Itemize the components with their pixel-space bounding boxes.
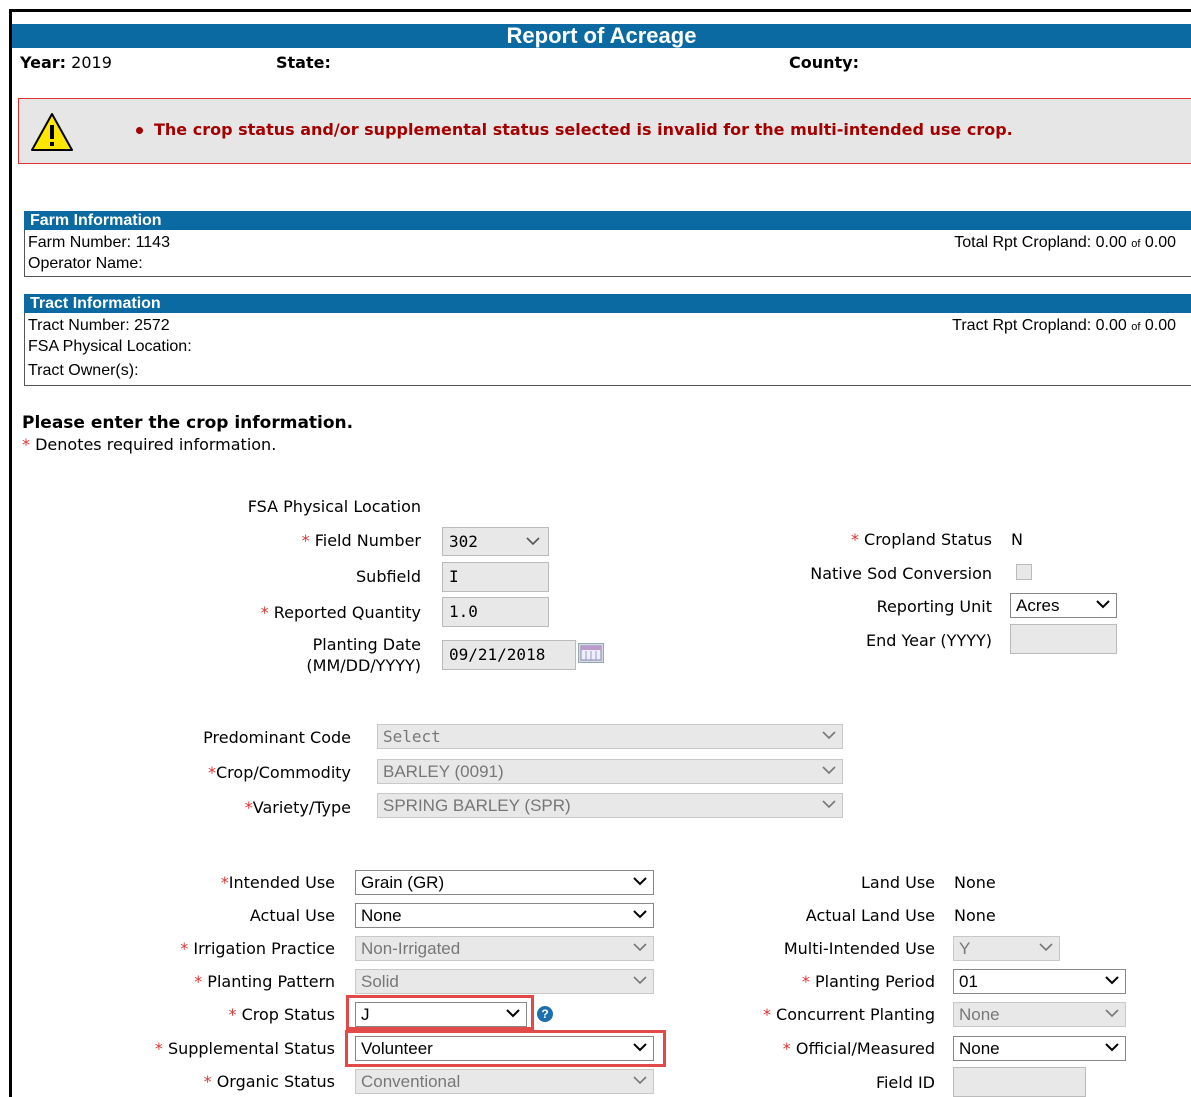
supplemental-status-label: * Supplemental Status xyxy=(154,1039,335,1058)
field-number-select[interactable]: 302 xyxy=(442,527,549,556)
chevron-down-icon xyxy=(506,1009,520,1018)
tract-physical-location: FSA Physical Location: xyxy=(28,338,192,355)
official-measured-label: * Official/Measured xyxy=(782,1039,935,1058)
subfield-input[interactable]: I xyxy=(442,562,549,592)
chevron-down-icon xyxy=(633,910,647,919)
chevron-down-icon xyxy=(822,800,836,809)
actual-use-select[interactable]: None xyxy=(355,903,654,928)
calendar-icon[interactable] xyxy=(578,643,604,663)
predominant-code-label: Predominant Code xyxy=(203,728,351,747)
page-title: Report of Acreage xyxy=(12,24,1191,48)
actual-land-use-value: None xyxy=(954,906,996,925)
reporting-unit-label: Reporting Unit xyxy=(876,597,992,616)
instructions-heading: Please enter the crop information. xyxy=(22,413,354,433)
field-number-label: * Field Number xyxy=(301,531,421,550)
predominant-code-select[interactable]: Select xyxy=(377,724,843,749)
actual-use-label: Actual Use xyxy=(249,906,335,925)
crop-commodity-select[interactable]: BARLEY (0091) xyxy=(377,759,843,784)
reporting-unit-select[interactable]: Acres xyxy=(1010,593,1117,618)
farm-cropland: Total Rpt Cropland: 0.00 of 0.00 xyxy=(954,234,1176,251)
tract-number: Tract Number: 2572 xyxy=(28,317,170,334)
chevron-down-icon xyxy=(1039,943,1053,952)
irrigation-practice-label: * Irrigation Practice xyxy=(180,939,335,958)
planting-pattern-select[interactable]: Solid xyxy=(355,969,654,994)
chevron-down-icon xyxy=(822,731,836,740)
bullet-icon xyxy=(136,127,143,134)
concurrent-planting-select[interactable]: None xyxy=(953,1002,1126,1027)
year-label: Year: xyxy=(20,53,67,72)
chevron-down-icon xyxy=(633,943,647,952)
cropland-status-label: * Cropland Status xyxy=(850,530,992,549)
chevron-down-icon xyxy=(633,1076,647,1085)
year-value: 2019 xyxy=(71,53,112,72)
multi-intended-use-label: Multi-Intended Use xyxy=(783,939,935,958)
land-use-label: Land Use xyxy=(861,873,935,892)
planting-period-label: * Planting Period xyxy=(801,972,935,991)
reported-quantity-label: * Reported Quantity xyxy=(260,603,421,622)
chevron-down-icon xyxy=(633,877,647,886)
cropland-status-value: N xyxy=(1011,530,1023,549)
warning-triangle-icon xyxy=(30,112,74,152)
window-border-left xyxy=(9,9,12,1097)
organic-status-select[interactable]: Conventional xyxy=(355,1069,654,1094)
window-border-top xyxy=(9,9,1191,12)
crop-commodity-label: *Crop/Commodity xyxy=(208,763,351,782)
land-use-value: None xyxy=(954,873,996,892)
chevron-down-icon xyxy=(1105,976,1119,985)
alert-message: The crop status and/or supplemental stat… xyxy=(154,120,1013,139)
subfield-label: Subfield xyxy=(356,567,421,586)
tract-cropland: Tract Rpt Cropland: 0.00 of 0.00 xyxy=(952,317,1176,334)
planting-date-label: Planting Date xyxy=(312,635,421,654)
fsa-physical-location-label: FSA Physical Location xyxy=(247,497,421,516)
farm-info-heading: Farm Information xyxy=(24,211,1191,230)
variety-type-select[interactable]: SPRING BARLEY (SPR) xyxy=(377,793,843,818)
chevron-down-icon xyxy=(633,1043,647,1052)
operator-name: Operator Name: xyxy=(28,255,143,272)
variety-type-label: *Variety/Type xyxy=(244,798,351,817)
tract-owners: Tract Owner(s): xyxy=(28,362,139,379)
year-info: Year: 2019 xyxy=(20,53,112,72)
field-id-input[interactable] xyxy=(953,1067,1086,1097)
tract-info-heading: Tract Information xyxy=(24,294,1191,313)
native-sod-checkbox[interactable] xyxy=(1016,564,1032,580)
end-year-label: End Year (YYYY) xyxy=(865,631,992,650)
chevron-down-icon xyxy=(1105,1043,1119,1052)
chevron-down-icon xyxy=(633,976,647,985)
planting-date-input[interactable]: 09/21/2018 xyxy=(442,640,576,670)
planting-period-select[interactable]: 01 xyxy=(953,969,1126,994)
chevron-down-icon xyxy=(526,537,540,546)
multi-intended-use-select[interactable]: Y xyxy=(953,936,1060,961)
official-measured-select[interactable]: None xyxy=(953,1036,1126,1061)
irrigation-practice-select[interactable]: Non-Irrigated xyxy=(355,936,654,961)
crop-status-label: * Crop Status xyxy=(228,1005,335,1024)
planting-date-format-label: (MM/DD/YYYY) xyxy=(306,656,421,675)
crop-status-select[interactable]: J xyxy=(355,1002,527,1027)
end-year-input[interactable] xyxy=(1010,624,1117,654)
chevron-down-icon xyxy=(822,766,836,775)
intended-use-select[interactable]: Grain (GR) xyxy=(355,870,654,895)
chevron-down-icon xyxy=(1096,600,1110,609)
concurrent-planting-label: * Concurrent Planting xyxy=(762,1005,935,1024)
required-note: * Denotes required information. xyxy=(22,435,277,454)
native-sod-label: Native Sod Conversion xyxy=(810,564,992,583)
help-icon[interactable]: ? xyxy=(537,1006,553,1022)
supplemental-status-select[interactable]: Volunteer xyxy=(355,1036,654,1061)
state-label: State: xyxy=(276,53,331,72)
actual-land-use-label: Actual Land Use xyxy=(805,906,935,925)
farm-number: Farm Number: 1143 xyxy=(28,234,170,251)
reported-quantity-input[interactable]: 1.0 xyxy=(442,597,549,627)
planting-pattern-label: * Planting Pattern xyxy=(194,972,335,991)
field-id-label: Field ID xyxy=(875,1073,935,1092)
intended-use-label: *Intended Use xyxy=(220,873,335,892)
county-label: County: xyxy=(789,53,859,72)
organic-status-label: * Organic Status xyxy=(203,1072,335,1091)
chevron-down-icon xyxy=(1105,1009,1119,1018)
